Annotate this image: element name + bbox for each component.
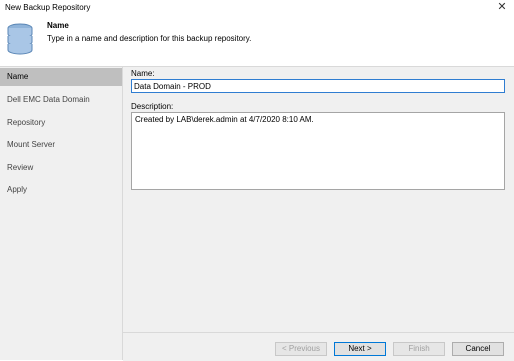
step-title: Name [47,21,69,30]
previous-button[interactable]: < Previous [275,342,327,356]
step-name[interactable]: Name [0,68,122,86]
wizard-header: Name Type in a name and description for … [0,15,514,67]
finish-button[interactable]: Finish [393,342,445,356]
title-bar: New Backup Repository ✕ [0,0,514,15]
wizard-steps-sidebar: Name Dell EMC Data Domain Repository Mou… [0,67,123,360]
description-textarea[interactable]: Created by LAB\derek.admin at 4/7/2020 8… [131,112,505,190]
database-icon [7,23,33,55]
step-dell-emc-data-domain[interactable]: Dell EMC Data Domain [0,91,122,109]
step-mount-server[interactable]: Mount Server [0,136,122,154]
close-icon[interactable]: ✕ [494,0,510,15]
step-repository[interactable]: Repository [0,114,122,132]
step-description: Type in a name and description for this … [47,34,252,43]
description-label: Description: [131,102,174,111]
cancel-button[interactable]: Cancel [452,342,504,356]
wizard-content: Name: Description: Created by LAB\derek.… [123,67,514,332]
step-review[interactable]: Review [0,159,122,177]
next-button[interactable]: Next > [334,342,386,356]
step-apply[interactable]: Apply [0,181,122,199]
name-input[interactable] [131,79,505,93]
window-title: New Backup Repository [5,3,91,12]
wizard-footer: < Previous Next > Finish Cancel [123,332,514,361]
name-label: Name: [131,69,155,78]
